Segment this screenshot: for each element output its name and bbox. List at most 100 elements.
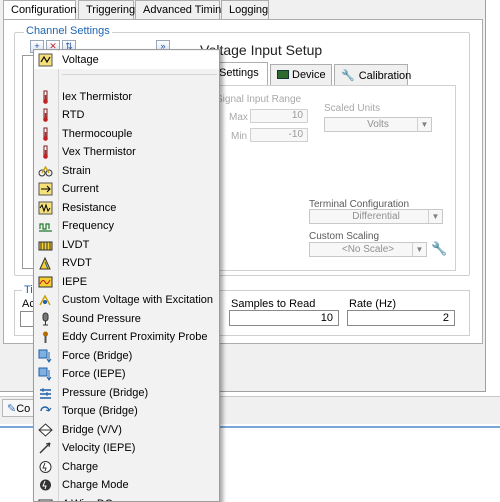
custom-voltage-icon bbox=[38, 293, 53, 307]
tab-label: Calibration bbox=[358, 70, 412, 82]
menu-item-label: Current bbox=[62, 183, 99, 195]
menu-item-eddy-current-proximity-probe[interactable]: Eddy Current Proximity Probe bbox=[34, 328, 219, 346]
menu-item-label: Resistance bbox=[62, 201, 117, 214]
dc-icon bbox=[38, 497, 53, 501]
samples-to-read-field[interactable]: 10 bbox=[229, 310, 339, 326]
tab-logging[interactable]: Logging bbox=[221, 0, 269, 19]
menu-item-label: Force (Bridge) bbox=[62, 349, 133, 362]
menu-item-label: IEPE bbox=[62, 275, 88, 288]
frequency-icon bbox=[38, 219, 53, 233]
menu-item-strain[interactable]: Strain bbox=[34, 162, 219, 180]
menu-item-sound-pressure[interactable]: Sound Pressure bbox=[34, 310, 219, 328]
menu-item-label: Custom Voltage with Excitation bbox=[62, 294, 214, 306]
measurement-type-menu: Voltage Iex Thermistor RTD Thermocouple Vex … bbox=[33, 49, 220, 502]
menu-item-velocity-iepe[interactable]: Velocity (IEPE) bbox=[34, 439, 219, 457]
thermometer-icon bbox=[38, 127, 53, 141]
rate-field[interactable]: 2 bbox=[347, 310, 455, 326]
custom-scaling-label: Custom Scaling bbox=[309, 231, 380, 242]
thermometer-icon bbox=[38, 145, 53, 159]
thermometer-icon bbox=[38, 90, 53, 104]
tab-label: Configuration bbox=[11, 4, 77, 16]
samples-to-read-label: Samples to Read bbox=[231, 298, 316, 310]
menu-item-lvdt[interactable]: LVDT bbox=[34, 236, 219, 254]
device-icon bbox=[277, 70, 289, 79]
scaled-units-select[interactable]: Volts ▼ bbox=[324, 117, 432, 132]
tab-advanced-timing[interactable]: Advanced Timing bbox=[135, 0, 227, 19]
terminal-config-select[interactable]: Differential ▼ bbox=[309, 209, 443, 224]
menu-item-label: Sound Pressure bbox=[62, 312, 141, 325]
tab-calibration[interactable]: 🔧 Calibration bbox=[334, 64, 411, 85]
connection-button-label: Co bbox=[16, 403, 31, 415]
menu-item-vex-thermistor[interactable]: Vex Thermistor bbox=[34, 143, 219, 161]
chevron-down-icon: ▼ bbox=[412, 243, 426, 256]
menu-item-frequency[interactable]: Frequency bbox=[34, 217, 219, 235]
charge-mode-icon bbox=[38, 478, 53, 492]
menu-item-charge-mode[interactable]: Charge Mode bbox=[34, 476, 219, 494]
resistance-icon bbox=[38, 201, 53, 215]
menu-item-label: Voltage bbox=[62, 54, 99, 66]
tab-label: Advanced Timing bbox=[143, 4, 228, 16]
menu-item-label: Bridge (V/V) bbox=[62, 423, 122, 436]
menu-item-label: Thermocouple bbox=[62, 127, 133, 140]
menu-item-iepe[interactable]: IEPE bbox=[34, 273, 219, 291]
menu-item-label: Charge Mode bbox=[62, 479, 129, 491]
menu-item-thermocouple[interactable]: Thermocouple bbox=[34, 125, 219, 143]
rvdt-icon bbox=[38, 256, 53, 270]
menu-item-charge[interactable]: Charge bbox=[34, 458, 219, 476]
menu-item-label: Charge bbox=[62, 460, 99, 473]
charge-icon bbox=[38, 460, 53, 474]
window-edge bbox=[486, 0, 500, 392]
lvdt-icon bbox=[38, 238, 53, 252]
menu-item-torque-bridge[interactable]: Torque (Bridge) bbox=[34, 402, 219, 420]
menu-item-resistance[interactable]: Resistance bbox=[34, 199, 219, 217]
menu-item-force-bridge[interactable]: Force (Bridge) bbox=[34, 347, 219, 365]
microphone-icon bbox=[38, 312, 53, 326]
menu-item-label: LVDT bbox=[62, 238, 90, 251]
pencil-icon: ✎ bbox=[7, 403, 17, 415]
tab-label: Triggering bbox=[86, 4, 136, 16]
force-icon bbox=[38, 349, 53, 363]
scaled-units-label: Scaled Units bbox=[324, 103, 381, 114]
pressure-icon bbox=[38, 386, 53, 400]
menu-item-rtd[interactable]: RTD bbox=[34, 106, 219, 124]
menu-item-label: RVDT bbox=[62, 257, 92, 269]
chevron-down-icon: ▼ bbox=[428, 210, 442, 223]
menu-item-label: Vex Thermistor bbox=[62, 146, 136, 158]
voltage-icon bbox=[38, 53, 53, 67]
custom-scaling-value: <No Scale> bbox=[341, 244, 395, 255]
menu-item-voltage[interactable]: Voltage bbox=[34, 51, 219, 69]
menu-item-pressure-bridge[interactable]: Pressure (Bridge) bbox=[34, 384, 219, 402]
terminal-config-value: Differential bbox=[352, 211, 400, 222]
acquisition-mode-select[interactable] bbox=[20, 311, 34, 327]
wrench-icon[interactable]: 🔧 bbox=[431, 241, 447, 257]
menu-item-iex-thermistor[interactable]: Iex Thermistor bbox=[34, 88, 219, 106]
menu-item-force-iepe[interactable]: Force (IEPE) bbox=[34, 365, 219, 383]
menu-item-current[interactable]: Current bbox=[34, 180, 219, 198]
menu-item-rvdt[interactable]: RVDT bbox=[34, 254, 219, 272]
menu-item-label: Strain bbox=[62, 164, 91, 177]
menu-item-label: Torque (Bridge) bbox=[62, 405, 138, 417]
torque-icon bbox=[38, 404, 53, 418]
tab-triggering[interactable]: Triggering bbox=[78, 0, 136, 19]
max-field[interactable]: 10 bbox=[250, 109, 308, 123]
menu-item-custom-voltage-with-excitation[interactable]: Custom Voltage with Excitation bbox=[34, 291, 219, 309]
tab-label: Device bbox=[292, 69, 326, 81]
max-label: Max bbox=[229, 112, 248, 123]
tab-label: Settings bbox=[219, 67, 259, 79]
menu-item-label: 4 Wire DC bbox=[62, 498, 113, 502]
chevron-down-icon: ▼ bbox=[417, 118, 431, 131]
menu-item-label: RTD bbox=[62, 109, 85, 121]
min-field[interactable]: -10 bbox=[250, 128, 308, 142]
tab-device[interactable]: Device bbox=[270, 64, 332, 85]
menu-item-label: Force (IEPE) bbox=[62, 368, 126, 380]
scaled-units-value: Volts bbox=[367, 119, 389, 130]
channel-settings-label: Channel Settings bbox=[24, 25, 112, 37]
bridge-icon bbox=[38, 422, 53, 437]
custom-scaling-select[interactable]: <No Scale> ▼ bbox=[309, 242, 427, 257]
tab-configuration[interactable]: Configuration bbox=[3, 0, 76, 21]
menu-item-4-wire-dc[interactable]: 4 Wire DC bbox=[34, 495, 219, 502]
menu-item-bridge-v-v[interactable]: Bridge (V/V) bbox=[34, 421, 219, 439]
menu-item-label: Pressure (Bridge) bbox=[62, 386, 149, 399]
velocity-icon bbox=[38, 441, 53, 455]
menu-separator bbox=[62, 74, 217, 75]
